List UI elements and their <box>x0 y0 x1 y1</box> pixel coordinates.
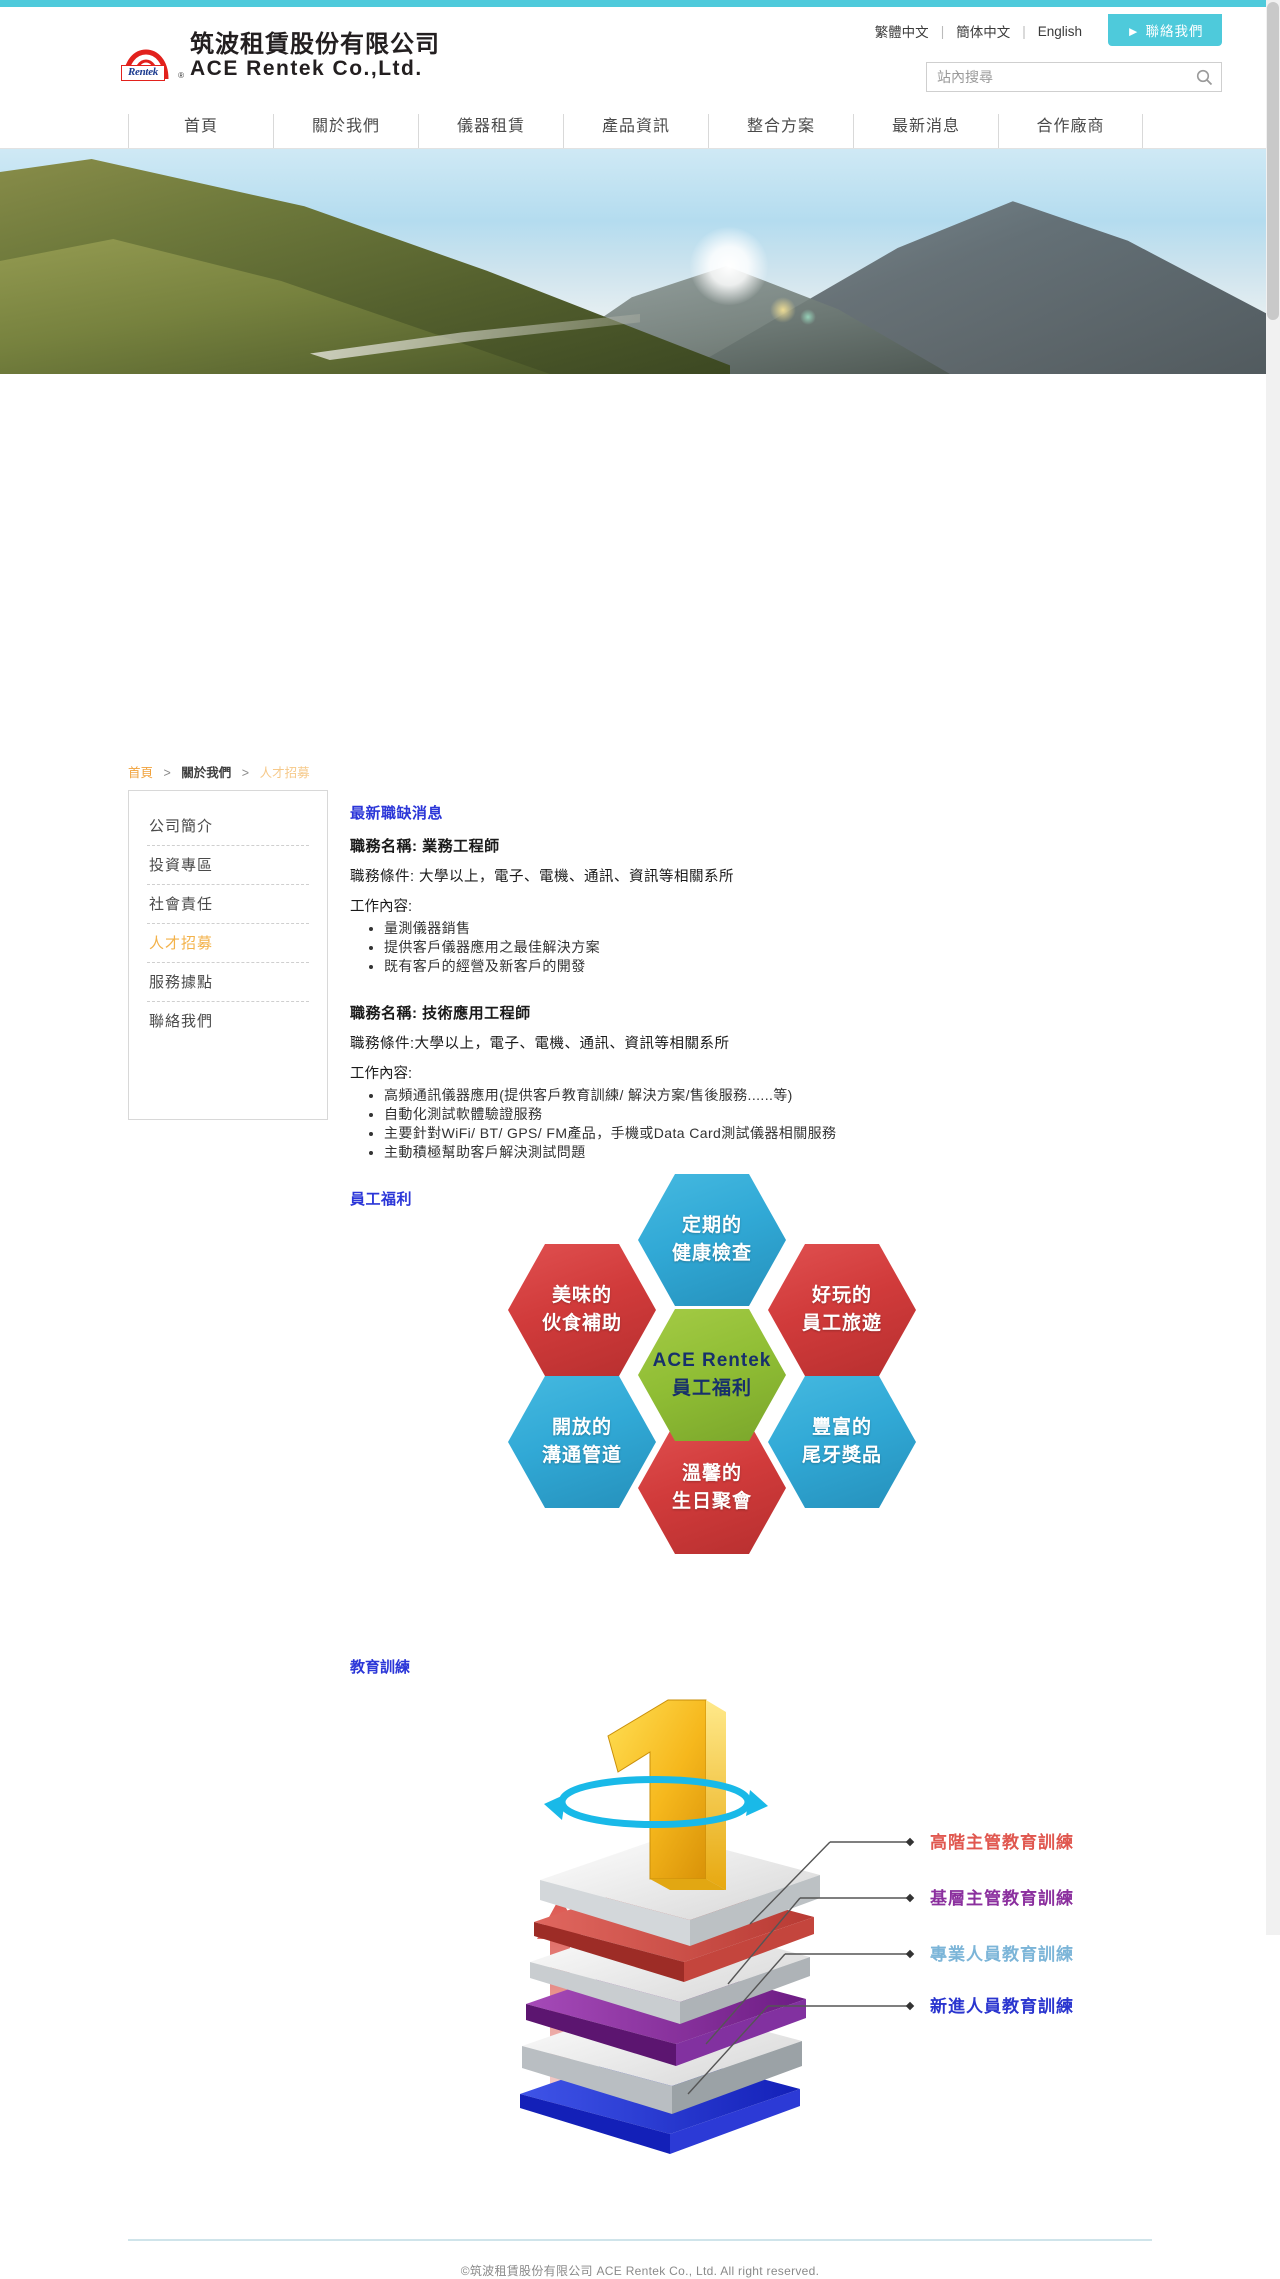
sidebar-item-locations[interactable]: 服務據點 <box>147 963 309 1002</box>
job-duty-item: 主要針對WiFi/ BT/ GPS/ FM產品，手機或Data Card測試儀器… <box>384 1124 1110 1143</box>
job-duties-list: 高頻通訊儀器應用(提供客戶教育訓練/ 解決方案/售後服務......等) 自動化… <box>350 1086 1110 1162</box>
scrollbar-thumb[interactable] <box>1267 2 1279 320</box>
search-icon <box>1196 69 1212 85</box>
hero-lens-flare <box>800 309 816 325</box>
benefit-hex-meal-allowance: 美味的 伙食補助 <box>508 1244 656 1376</box>
company-name-en: ACE Rentek Co.,Ltd. <box>190 56 423 80</box>
benefit-line2: 健康檢查 <box>671 1243 752 1264</box>
company-name-cn: 筑波租賃股份有限公司 <box>190 31 440 58</box>
training-pyramid-diagram: 高階主管教育訓練 基層主管教育訓練 專業人員教育訓練 新進人員教育訓練 <box>500 1694 1200 2214</box>
benefit-line1: 開放的 <box>551 1416 612 1438</box>
nav-item-products[interactable]: 產品資訊 <box>563 114 708 148</box>
breadcrumb-separator: > <box>163 766 171 780</box>
training-label-new-employees: 新進人員教育訓練 <box>930 1997 1074 2016</box>
job-title: 職務名稱: 技術應用工程師 <box>350 1005 531 1022</box>
pyramid-leader-dots <box>905 1837 915 2011</box>
top-accent-bar <box>0 0 1280 7</box>
nav-item-solutions[interactable]: 整合方案 <box>708 114 853 148</box>
nav-item-partners[interactable]: 合作廠商 <box>998 114 1143 148</box>
site-header: Rentek ® 筑波租賃股份有限公司 ACE Rentek Co.,Ltd. … <box>0 7 1280 149</box>
rotation-arrow-head-icon <box>544 1794 566 1820</box>
benefit-hex-health-check: 定期的 健康檢查 <box>638 1174 786 1306</box>
main-navigation: 首頁 關於我們 儀器租賃 產品資訊 整合方案 最新消息 合作廠商 <box>0 114 1280 149</box>
job-requirement: 職務條件: 大學以上，電子、電機、通訊、資訊等相關系所 <box>350 869 735 885</box>
contact-us-button[interactable]: ► 聯絡我們 <box>1108 14 1222 46</box>
sidebar-item-careers[interactable]: 人才招募 <box>147 924 309 963</box>
search-button[interactable] <box>1187 63 1221 91</box>
benefit-line1: 美味的 <box>551 1284 612 1306</box>
nav-item-about[interactable]: 關於我們 <box>273 114 418 148</box>
registered-mark: ® <box>178 71 184 80</box>
training-pyramid-illustration <box>520 1699 915 2154</box>
hero-lens-flare <box>770 297 796 323</box>
benefit-line2: 員工旅遊 <box>801 1313 882 1334</box>
benefit-line2: 尾牙獎品 <box>801 1445 882 1466</box>
job-title: 職務名稱: 業務工程師 <box>350 838 500 855</box>
section-title-training: 教育訓練 <box>350 1659 411 1677</box>
job-duty-item: 量測儀器銷售 <box>384 919 1110 938</box>
rentek-logo-icon: Rentek ® <box>118 29 184 81</box>
section-title-jobs: 最新職缺消息 <box>350 805 444 822</box>
training-label-professional-staff: 專業人員教育訓練 <box>930 1945 1074 1964</box>
hero-sun <box>690 227 768 305</box>
job-duty-item: 高頻通訊儀器應用(提供客戶教育訓練/ 解決方案/售後服務......等) <box>384 1086 1110 1105</box>
benefit-hex-company-trip: 好玩的 員工旅遊 <box>768 1244 916 1376</box>
job-duty-item: 既有客戶的經營及新客戶的開發 <box>384 957 1110 976</box>
nav-item-news[interactable]: 最新消息 <box>853 114 998 148</box>
rotation-arrow-head-icon <box>746 1790 768 1816</box>
nav-item-rental[interactable]: 儀器租賃 <box>418 114 563 148</box>
sidebar-item-contact[interactable]: 聯絡我們 <box>147 1002 309 1040</box>
main-column: 最新職缺消息 職務名稱: 業務工程師 職務條件: 大學以上，電子、電機、通訊、資… <box>350 802 1110 1221</box>
training-label-junior-management: 基層主管教育訓練 <box>930 1889 1074 1908</box>
benefit-center-line2: 員工福利 <box>671 1378 752 1399</box>
benefit-line2: 溝通管道 <box>541 1445 622 1466</box>
breadcrumb-current: 人才招募 <box>259 766 310 780</box>
job-requirement: 職務條件:大學以上，電子、電機、通訊、資訊等相關系所 <box>350 1036 730 1052</box>
breadcrumb-parent[interactable]: 關於我們 <box>181 766 231 780</box>
benefit-line2: 伙食補助 <box>541 1313 622 1334</box>
page-scrollbar[interactable] <box>1266 0 1280 1935</box>
benefit-line1: 溫馨的 <box>681 1462 742 1484</box>
benefit-line1: 定期的 <box>681 1214 742 1236</box>
lang-link-zh-hant[interactable]: 繁體中文 <box>863 21 941 41</box>
lang-link-en[interactable]: English <box>1026 24 1094 39</box>
language-switcher: 繁體中文 | 簡体中文 | English <box>863 21 1094 41</box>
benefits-hexagon-diagram: 定期的 健康檢查 好玩的 員工旅遊 豐富的 尾牙獎品 溫馨的 生日聚會 開放的 … <box>508 1174 928 1554</box>
lang-link-zh-hans[interactable]: 簡体中文 <box>944 21 1022 41</box>
benefit-line2: 生日聚會 <box>671 1491 752 1512</box>
footer-divider <box>128 2239 1152 2241</box>
training-label-senior-management: 高階主管教育訓練 <box>930 1833 1074 1852</box>
job-duties-list: 量測儀器銷售 提供客戶儀器應用之最佳解決方案 既有客戶的經營及新客戶的開發 <box>350 919 1110 976</box>
job-duties-label: 工作內容: <box>350 1066 413 1082</box>
job-duty-item: 主動積極幫助客戶解決測試問題 <box>384 1143 1110 1162</box>
sidebar-item-company-profile[interactable]: 公司簡介 <box>147 807 309 846</box>
job-duty-item: 自動化測試軟體驗證服務 <box>384 1105 1110 1124</box>
benefit-line1: 好玩的 <box>811 1284 872 1306</box>
site-search[interactable] <box>926 62 1222 92</box>
breadcrumb-separator: > <box>241 766 250 780</box>
sidebar-item-investors[interactable]: 投資專區 <box>147 846 309 885</box>
hero-banner-image <box>0 149 1280 374</box>
benefit-hex-birthday-party: 溫馨的 生日聚會 <box>638 1422 786 1554</box>
benefit-hex-open-communication: 開放的 溝通管道 <box>508 1376 656 1508</box>
sidebar-item-csr[interactable]: 社會責任 <box>147 885 309 924</box>
logo-badge: Rentek <box>121 65 165 81</box>
sidebar-menu: 公司簡介 投資專區 社會責任 人才招募 服務據點 聯絡我們 <box>128 790 328 1120</box>
benefit-hex-center: ACE Rentek 員工福利 <box>638 1309 786 1441</box>
benefit-hex-year-end-prizes: 豐富的 尾牙獎品 <box>768 1376 916 1508</box>
benefit-line1: 豐富的 <box>811 1416 872 1438</box>
breadcrumb: 首頁 > 關於我們 > 人才招募 <box>128 762 310 781</box>
site-logo[interactable]: Rentek ® 筑波租賃股份有限公司 ACE Rentek Co.,Ltd. <box>118 29 440 81</box>
job-duties-label: 工作內容: <box>350 899 413 915</box>
footer-copyright: ©筑波租賃股份有限公司 ACE Rentek Co., Ltd. All rig… <box>460 2264 820 2278</box>
nav-item-home[interactable]: 首頁 <box>128 114 273 148</box>
search-input[interactable] <box>927 63 1187 91</box>
job-posting: 職務名稱: 業務工程師 職務條件: 大學以上，電子、電機、通訊、資訊等相關系所 … <box>350 835 1110 976</box>
breadcrumb-home[interactable]: 首頁 <box>128 766 153 780</box>
job-posting: 職務名稱: 技術應用工程師 職務條件:大學以上，電子、電機、通訊、資訊等相關系所… <box>350 1002 1110 1162</box>
job-duty-item: 提供客戶儀器應用之最佳解決方案 <box>384 938 1110 957</box>
benefit-center-line1: ACE Rentek <box>652 1349 772 1371</box>
